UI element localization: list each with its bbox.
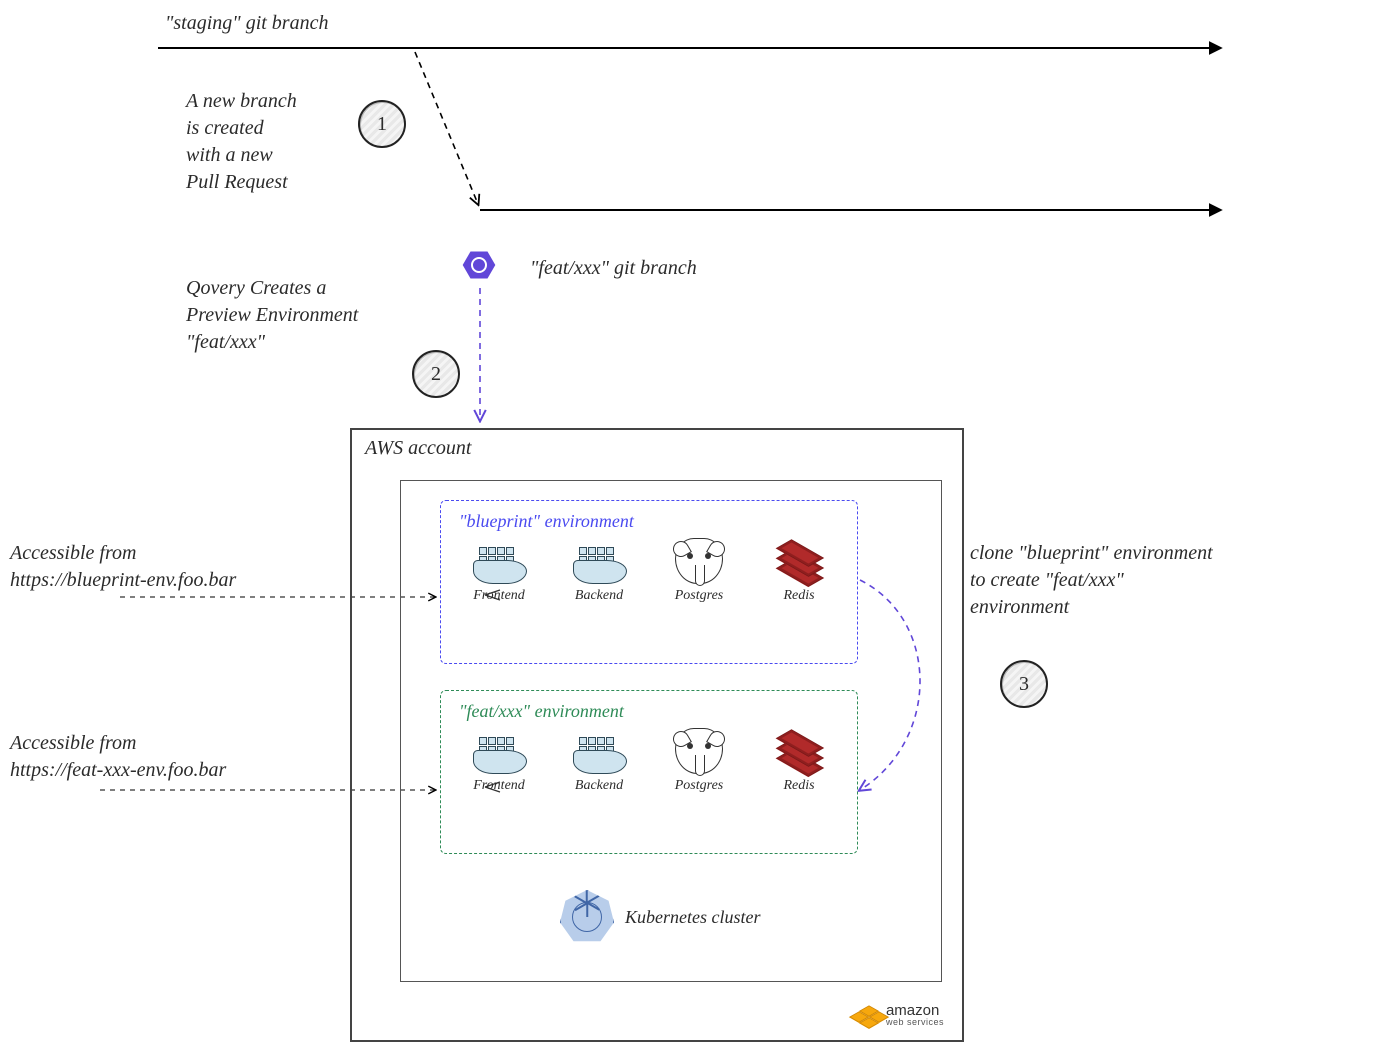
docker-icon xyxy=(473,734,525,774)
blueprint-access-label: Accessible from https://blueprint-env.fo… xyxy=(10,540,236,594)
step-3-badge: 3 xyxy=(1000,660,1048,708)
step-1-number: 1 xyxy=(377,113,387,136)
service-backend-label: Backend xyxy=(575,588,623,604)
step-2-text: Qovery Creates a Preview Environment "fe… xyxy=(186,275,358,356)
qovery-icon xyxy=(462,250,496,280)
service-redis-label: Redis xyxy=(783,588,814,604)
postgres-icon xyxy=(675,728,723,774)
feat-env-title: "feat/xxx" environment xyxy=(449,699,849,728)
service-postgres-label: Postgres xyxy=(675,778,723,794)
service-backend: Backend xyxy=(559,544,639,604)
feat-branch-label: "feat/xxx" git branch xyxy=(530,255,697,282)
service-redis-label: Redis xyxy=(783,778,814,794)
blueprint-environment: "blueprint" environment Frontend Backend xyxy=(440,500,858,664)
feat-services-row: Frontend Backend Postgres Redis xyxy=(449,728,849,794)
blueprint-env-title: "blueprint" environment xyxy=(449,509,849,538)
redis-icon xyxy=(775,730,823,774)
service-frontend: Frontend xyxy=(459,544,539,604)
service-frontend-label: Frontend xyxy=(473,588,525,604)
service-frontend: Frontend xyxy=(459,734,539,794)
step-3-number: 3 xyxy=(1019,673,1029,696)
step-1-text: A new branch is created with a new Pull … xyxy=(186,88,297,196)
service-postgres: Postgres xyxy=(659,728,739,794)
aws-account-title: AWS account xyxy=(365,435,471,462)
docker-icon xyxy=(573,544,625,584)
service-backend-label: Backend xyxy=(575,778,623,794)
k8s-caption: Kubernetes cluster xyxy=(625,905,760,929)
service-backend: Backend xyxy=(559,734,639,794)
redis-icon xyxy=(775,540,823,584)
feat-environment: "feat/xxx" environment Frontend Backend xyxy=(440,690,858,854)
step-2-number: 2 xyxy=(431,363,441,386)
service-redis: Redis xyxy=(759,540,839,604)
step-1-badge: 1 xyxy=(358,100,406,148)
postgres-icon xyxy=(675,538,723,584)
blueprint-services-row: Frontend Backend Postgres Redis xyxy=(449,538,849,604)
service-postgres: Postgres xyxy=(659,538,739,604)
diagram-canvas: "staging" git branch "feat/xxx" git bran… xyxy=(0,0,1400,1055)
kubernetes-icon xyxy=(560,890,612,942)
step-3-text: clone "blueprint" environment to create … xyxy=(970,540,1213,621)
staging-branch-label: "staging" git branch xyxy=(165,10,328,37)
docker-icon xyxy=(473,544,525,584)
aws-logo-subtext: web services xyxy=(886,1018,944,1026)
docker-icon xyxy=(573,734,625,774)
aws-cubes-icon xyxy=(850,1002,882,1028)
service-frontend-label: Frontend xyxy=(473,778,525,794)
step-2-badge: 2 xyxy=(412,350,460,398)
aws-logo: amazon web services xyxy=(850,1002,944,1028)
service-postgres-label: Postgres xyxy=(675,588,723,604)
aws-logo-text: amazon xyxy=(886,1004,944,1018)
service-redis: Redis xyxy=(759,730,839,794)
feat-access-label: Accessible from https://feat-xxx-env.foo… xyxy=(10,730,226,784)
